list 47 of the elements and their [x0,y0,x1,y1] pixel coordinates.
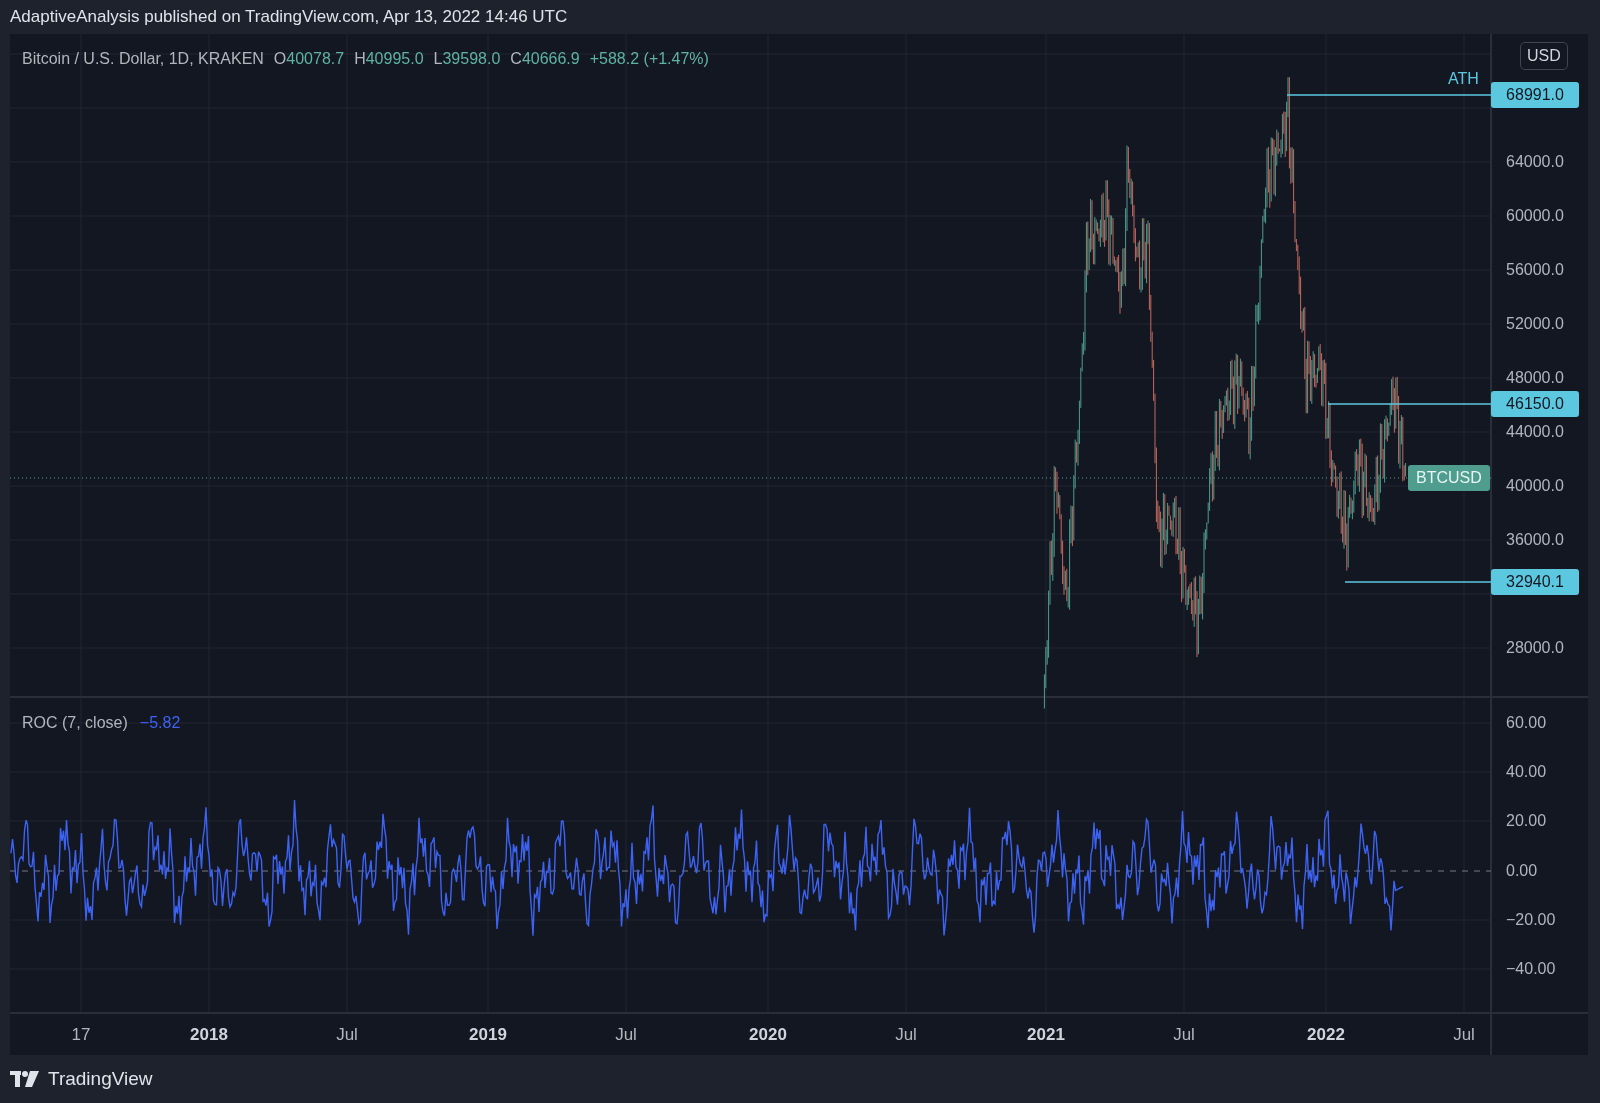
time-label: Jul [615,1026,637,1043]
time-label: 2018 [190,1026,228,1043]
ohlc-value: 40995.0 [365,50,424,67]
axis-label: 40.00 [1506,764,1547,780]
ohlc-label: H [354,50,366,67]
logo-icon [10,1071,40,1087]
time-label: 2022 [1307,1026,1345,1043]
ohlc-label: C [510,50,522,67]
axis-label: 64000.0 [1506,154,1564,170]
axis-label: 48000.0 [1506,370,1564,386]
ohlc-label: L [433,50,443,67]
chart-symbol: Bitcoin / U.S. Dollar, 1D, KRAKEN [22,49,264,69]
ohlc-value: 40078.7 [286,50,345,67]
time-label: 2021 [1027,1026,1065,1043]
ohlc-label: O [273,50,287,67]
currency-button[interactable]: USD [1520,42,1568,70]
time-label: Jul [895,1026,917,1043]
time-label: 2020 [749,1026,787,1043]
axis-label: −40.00 [1506,961,1556,977]
indicator-name: ROC (7, close) [22,713,128,733]
axis-label: 60000.0 [1506,208,1564,224]
price-tag: 68991.0 [1491,82,1579,108]
axis-label: 0.00 [1506,863,1538,879]
price-tag: 46150.0 [1491,391,1579,417]
price-tag: 32940.1 [1491,569,1579,595]
time-label: Jul [1453,1026,1475,1043]
logo-text: TradingView [48,1066,153,1091]
axis-label: 60.00 [1506,715,1547,731]
axis-label: 28000.0 [1506,640,1564,656]
price-change: +588.2 (+1.47%) [589,49,709,69]
time-label: Jul [1173,1026,1195,1043]
axis-label: 40000.0 [1506,478,1564,494]
axis-label: 52000.0 [1506,316,1564,332]
axis-label: 56000.0 [1506,262,1564,278]
indicator-value: −5.82 [139,713,181,733]
time-label: 17 [71,1026,91,1043]
time-label: Jul [336,1026,358,1043]
ohlc-value: 40666.9 [521,50,580,67]
axis-label: −20.00 [1506,912,1556,928]
axis-label: 44000.0 [1506,424,1564,440]
publish-line: AdaptiveAnalysis published on TradingView.com, Apr 13, 2022 14:46 UTC [10,6,568,29]
level-label: ATH [1448,71,1479,87]
symbol-tag: BTCUSD [1408,465,1490,491]
axis-label: 36000.0 [1506,532,1564,548]
axis-label: 20.00 [1506,813,1547,829]
ohlc-value: 39598.0 [442,50,501,67]
time-label: 2019 [469,1026,507,1043]
